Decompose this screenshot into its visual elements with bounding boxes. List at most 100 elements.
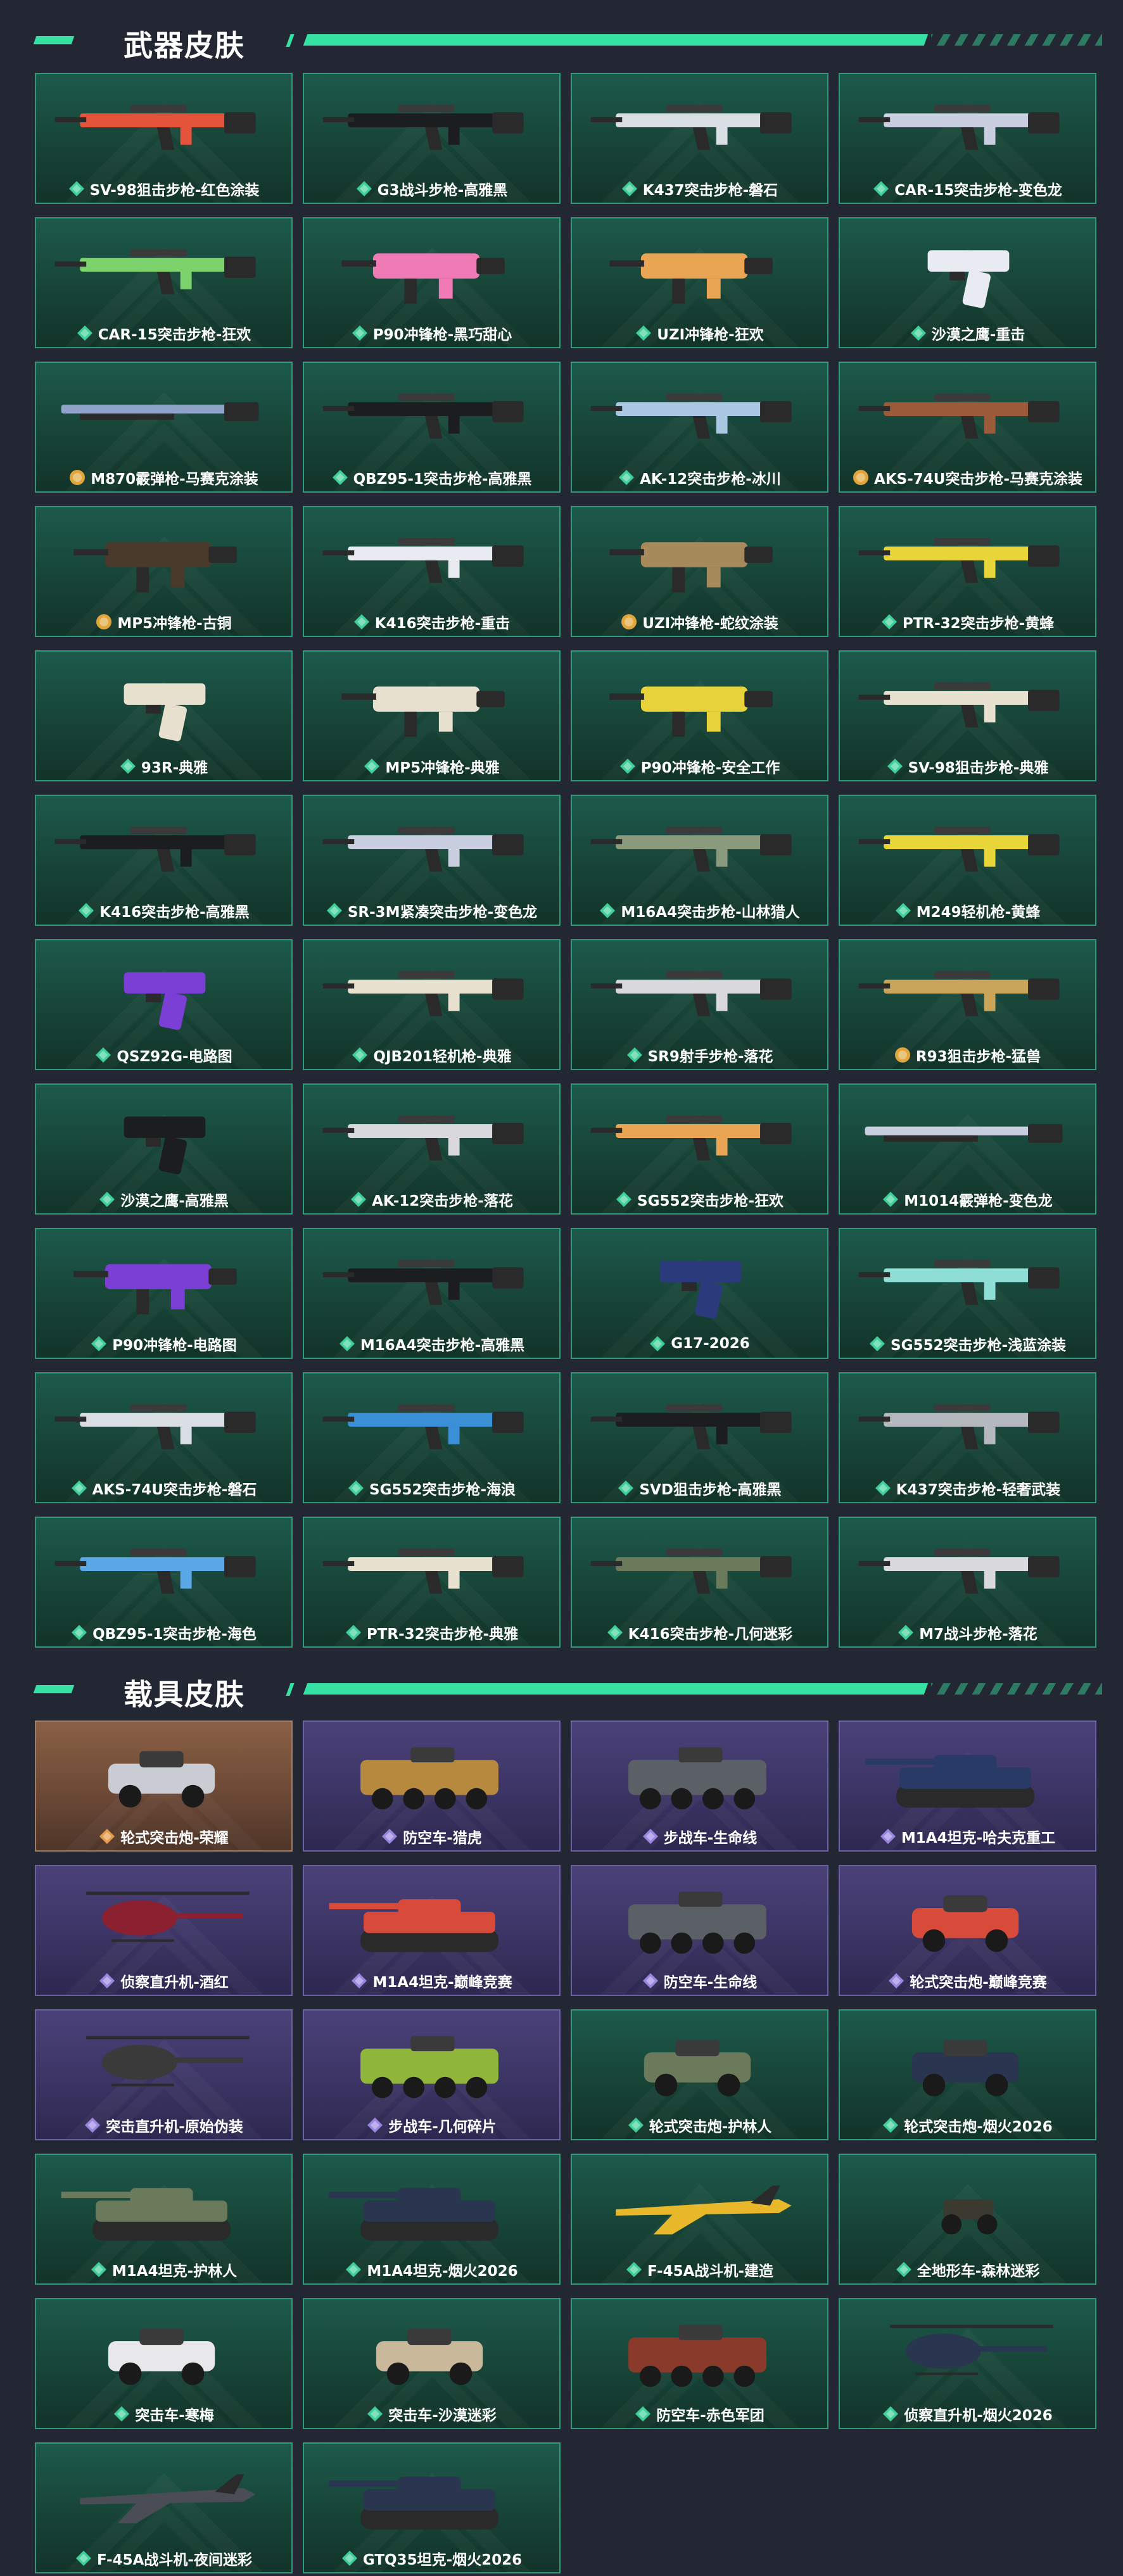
skin-caption: P90冲锋枪-电路图: [36, 1334, 291, 1354]
skin-card[interactable]: F-45A战斗机-夜间迷彩: [35, 2442, 293, 2573]
skin-card[interactable]: 防空车-生命线: [571, 1865, 828, 1996]
skin-card[interactable]: QBZ95-1突击步枪-海色: [35, 1517, 293, 1648]
skin-card[interactable]: M16A4突击步枪-高雅黑: [303, 1228, 561, 1359]
jet-icon: [616, 2185, 792, 2235]
skin-card[interactable]: SR-3M紧凑突击步枪-变色龙: [303, 795, 561, 926]
skin-card[interactable]: M7战斗步枪-落花: [839, 1517, 1096, 1648]
quality-icon: [873, 181, 889, 196]
skin-card[interactable]: SV-98狙击步枪-典雅: [839, 650, 1096, 781]
skin-card[interactable]: AKS-74U突击步枪-马赛克涂装: [839, 362, 1096, 493]
skin-name: K437突击步枪-磐石: [642, 182, 778, 199]
skin-thumbnail: [36, 2299, 291, 2401]
skin-card[interactable]: CAR-15突击步枪-狂欢: [35, 217, 293, 348]
skin-card[interactable]: SG552突击步枪-海浪: [303, 1372, 561, 1503]
skin-card[interactable]: 沙漠之鹰-重击: [839, 217, 1096, 348]
skin-caption: 防空车-赤色军团: [572, 2404, 827, 2424]
skin-card[interactable]: AK-12突击步枪-冰川: [571, 362, 828, 493]
skin-card[interactable]: SV-98狙击步枪-红色涂装: [35, 73, 293, 204]
skin-card[interactable]: PTR-32突击步枪-典雅: [303, 1517, 561, 1648]
rifle-icon: [858, 104, 1060, 150]
skin-thumbnail: [304, 940, 559, 1042]
skin-card[interactable]: UZI冲锋枪-狂欢: [571, 217, 828, 348]
skin-card[interactable]: 沙漠之鹰-高雅黑: [35, 1083, 293, 1215]
skin-card[interactable]: K416突击步枪-重击: [303, 506, 561, 637]
quality-icon: [91, 1336, 107, 1351]
quality-icon: [99, 1829, 115, 1844]
skin-name: SG552突击步枪-狂欢: [637, 1193, 784, 1209]
skin-caption: M7战斗步枪-落花: [840, 1622, 1095, 1643]
skin-card[interactable]: M1A4坦克-哈夫克重工: [839, 1720, 1096, 1852]
skin-card[interactable]: K416突击步枪-几何迷彩: [571, 1517, 828, 1648]
skin-thumbnail: [572, 2155, 827, 2256]
rifle-icon: [858, 1548, 1060, 1594]
skin-card[interactable]: CAR-15突击步枪-变色龙: [839, 73, 1096, 204]
skin-card[interactable]: GTQ35坦克-烟火2026: [303, 2442, 561, 2573]
skin-card[interactable]: 防空车-猎虎: [303, 1720, 561, 1852]
skin-card[interactable]: 步战车-生命线: [571, 1720, 828, 1852]
skin-caption: 轮式突击炮-烟火2026: [840, 2115, 1095, 2135]
skin-card[interactable]: P90冲锋枪-电路图: [35, 1228, 293, 1359]
quality-icon: [353, 614, 369, 629]
skin-card[interactable]: M1A4坦克-巅峰竞赛: [303, 1865, 561, 1996]
skin-name: 沙漠之鹰-重击: [931, 327, 1025, 343]
skin-card[interactable]: 侦察直升机-酒红: [35, 1865, 293, 1996]
skin-card[interactable]: P90冲锋枪-黑巧甜心: [303, 217, 561, 348]
skin-card[interactable]: 突击车-沙漠迷彩: [303, 2298, 561, 2429]
skin-name: SG552突击步枪-浅蓝涂装: [891, 1337, 1066, 1354]
quality-icon: [626, 2262, 642, 2277]
skin-card[interactable]: G17-2026: [571, 1228, 828, 1359]
skin-card[interactable]: MP5冲锋枪-典雅: [303, 650, 561, 781]
skin-card[interactable]: 93R-典雅: [35, 650, 293, 781]
skin-card[interactable]: 突击车-寒梅: [35, 2298, 293, 2429]
skin-card[interactable]: QJB201轻机枪-典雅: [303, 939, 561, 1070]
skin-card[interactable]: 步战车-几何碎片: [303, 2009, 561, 2140]
skin-card[interactable]: R93狙击步枪-猛兽: [839, 939, 1096, 1070]
skin-name: M1A4坦克-护林人: [111, 2263, 238, 2280]
skin-card[interactable]: AKS-74U突击步枪-磐石: [35, 1372, 293, 1503]
header-accent: [33, 36, 75, 44]
skin-card[interactable]: M1A4坦克-护林人: [35, 2154, 293, 2285]
skin-card[interactable]: 全地形车-森林迷彩: [839, 2154, 1096, 2285]
skin-card[interactable]: M870霰弹枪-马赛克涂装: [35, 362, 293, 493]
skin-card[interactable]: SR9射手步枪-落花: [571, 939, 828, 1070]
skin-card[interactable]: SG552突击步枪-狂欢: [571, 1083, 828, 1215]
skin-card[interactable]: MP5冲锋枪-古铜: [35, 506, 293, 637]
skin-card[interactable]: F-45A战斗机-建造: [571, 2154, 828, 2285]
skin-name: SV-98狙击步枪-红色涂装: [89, 182, 260, 199]
quality-icon: [367, 2118, 383, 2133]
skin-card[interactable]: M249轻机枪-黄蜂: [839, 795, 1096, 926]
skin-card[interactable]: K416突击步枪-高雅黑: [35, 795, 293, 926]
skin-card[interactable]: M16A4突击步枪-山林猎人: [571, 795, 828, 926]
skin-card[interactable]: G3战斗步枪-高雅黑: [303, 73, 561, 204]
skin-card[interactable]: P90冲锋枪-安全工作: [571, 650, 828, 781]
skin-card[interactable]: SVD狙击步枪-高雅黑: [571, 1372, 828, 1503]
skin-thumbnail: [840, 1722, 1095, 1823]
skin-card[interactable]: PTR-32突击步枪-黄蜂: [839, 506, 1096, 637]
skin-card[interactable]: QSZ92G-电路图: [35, 939, 293, 1070]
quality-icon: [642, 1829, 658, 1844]
skin-card[interactable]: K437突击步枪-磐石: [571, 73, 828, 204]
skin-card[interactable]: 侦察直升机-烟火2026: [839, 2298, 1096, 2429]
quality-icon: [618, 1481, 634, 1496]
skin-card[interactable]: 防空车-赤色军团: [571, 2298, 828, 2429]
skin-card[interactable]: 轮式突击炮-荣耀: [35, 1720, 293, 1852]
skin-card[interactable]: 轮式突击炮-烟火2026: [839, 2009, 1096, 2140]
skin-card[interactable]: UZI冲锋枪-蛇纹涂装: [571, 506, 828, 637]
skin-thumbnail: [304, 2011, 559, 2112]
skin-card[interactable]: 轮式突击炮-巅峰竞赛: [839, 1865, 1096, 1996]
skin-card[interactable]: M1A4坦克-烟火2026: [303, 2154, 561, 2285]
skin-card[interactable]: QBZ95-1突击步枪-高雅黑: [303, 362, 561, 493]
skin-card[interactable]: AK-12突击步枪-落花: [303, 1083, 561, 1215]
skin-thumbnail: [840, 1866, 1095, 1967]
skin-card[interactable]: 突击直升机-原始伪装: [35, 2009, 293, 2140]
skin-name: GTQ35坦克-烟火2026: [362, 2552, 523, 2568]
skin-card[interactable]: M1014霰弹枪-变色龙: [839, 1083, 1096, 1215]
skin-card[interactable]: K437突击步枪-轻奢武装: [839, 1372, 1096, 1503]
skin-caption: M870霰弹枪-马赛克涂装: [36, 467, 291, 488]
rifle-icon: [858, 971, 1060, 1016]
skin-card[interactable]: 轮式突击炮-护林人: [571, 2009, 828, 2140]
skin-card[interactable]: SG552突击步枪-浅蓝涂装: [839, 1228, 1096, 1359]
skin-caption: QJB201轻机枪-典雅: [304, 1045, 559, 1065]
skin-thumbnail: [572, 218, 827, 320]
quality-badge-icon: [70, 470, 86, 485]
